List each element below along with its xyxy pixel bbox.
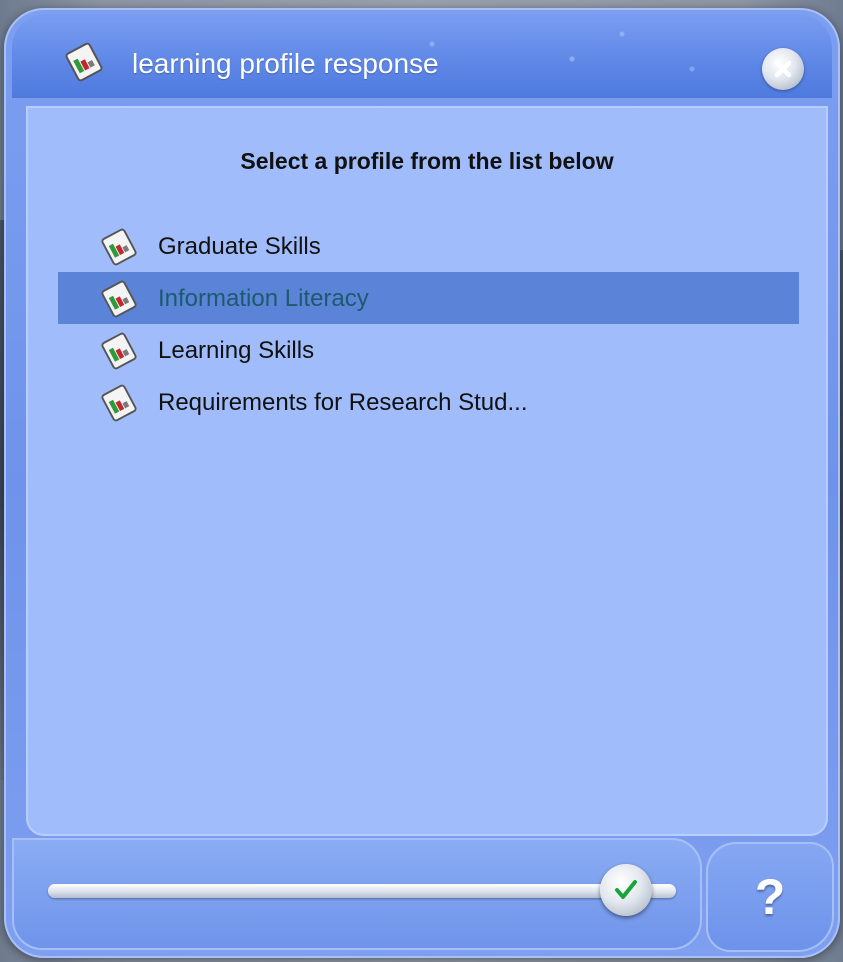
confirm-slider[interactable]: [48, 864, 676, 916]
window-title: learning profile response: [132, 48, 439, 79]
profile-document-icon: [100, 332, 138, 370]
checkmark-icon: [614, 880, 637, 899]
profile-document-icon: [100, 384, 138, 422]
profile-item-graduate-skills[interactable]: Graduate Skills: [58, 220, 799, 272]
profile-item-label: Learning Skills: [158, 337, 315, 364]
profile-document-icon: [100, 280, 138, 318]
confirm-button[interactable]: [599, 864, 652, 916]
close-button[interactable]: [762, 48, 804, 90]
profile-item-information-literacy[interactable]: Information Literacy: [58, 272, 799, 324]
profile-item-label: Requirements for Research Stud...: [158, 389, 528, 416]
close-icon: [774, 60, 792, 78]
profile-item-label: Information Literacy: [158, 285, 369, 312]
dialog-window: learning profile response Select a profi…: [4, 8, 840, 958]
footer-bar: [12, 838, 702, 950]
profile-item-label: Graduate Skills: [158, 233, 321, 260]
help-button[interactable]: ?: [706, 842, 834, 952]
profile-panel: Select a profile from the list below Gra…: [26, 106, 828, 836]
profile-item-learning-skills[interactable]: Learning Skills: [58, 324, 799, 376]
panel-heading: Select a profile from the list below: [240, 148, 614, 174]
profile-document-icon: [64, 42, 104, 82]
profile-list: Graduate Skills Information Literacy Lea…: [58, 220, 799, 428]
profile-item-requirements-research[interactable]: Requirements for Research Stud...: [58, 376, 799, 428]
slider-fill: [48, 884, 626, 898]
profile-document-icon: [100, 228, 138, 266]
title-bar: learning profile response: [12, 14, 832, 98]
help-label: ?: [754, 869, 786, 925]
